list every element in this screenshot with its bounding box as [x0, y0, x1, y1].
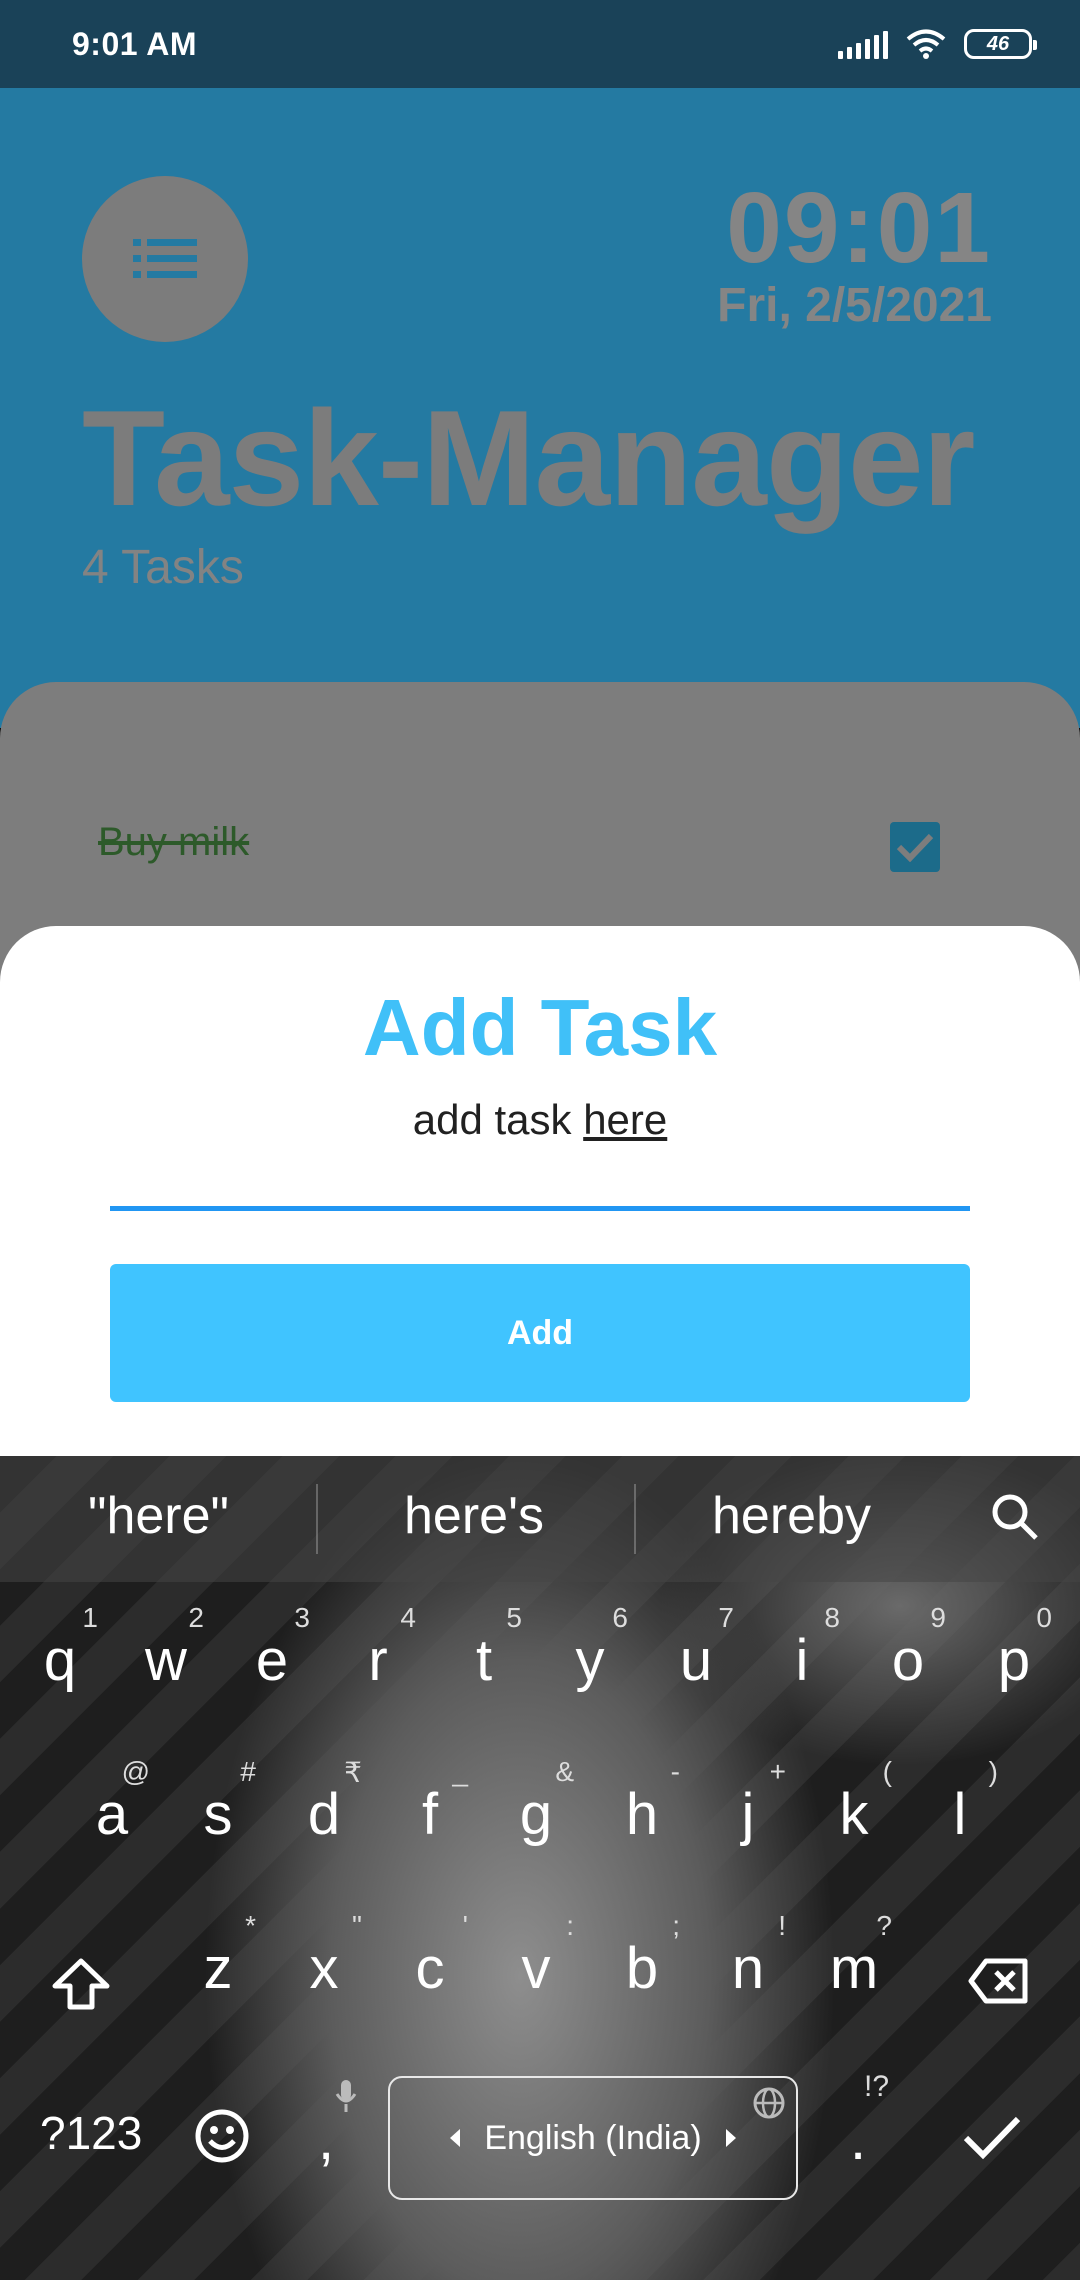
key-v[interactable]: :v	[486, 1910, 586, 2010]
suggestion-strip: "here" here's hereby	[0, 1456, 1080, 1582]
app-title: Task-Manager	[82, 382, 975, 534]
key-t[interactable]: 5t	[434, 1602, 534, 1702]
dialog-title: Add Task	[362, 983, 718, 1072]
period-hint: !?	[864, 2070, 890, 2103]
add-task-dialog: Add Task add task here Add	[0, 926, 1080, 1456]
period-key[interactable]: .	[850, 2106, 866, 2173]
globe-icon	[753, 2087, 785, 2119]
search-icon[interactable]	[990, 1492, 1040, 1542]
key-label: n	[731, 1936, 765, 2001]
key-f[interactable]: _ f	[380, 1756, 480, 1856]
task-checkbox[interactable]	[890, 822, 940, 872]
clock-time: 09:01	[726, 172, 992, 284]
task-label[interactable]: Buy milk	[98, 820, 249, 865]
key-y[interactable]: 6y	[540, 1602, 640, 1702]
key-x[interactable]: " x	[274, 1910, 374, 2010]
key-k[interactable]: (k	[804, 1756, 904, 1856]
divider	[634, 1484, 636, 1554]
key-label: p	[997, 1628, 1031, 1693]
key-label: x	[309, 1936, 339, 2001]
key-label: f	[421, 1782, 439, 1847]
key-z[interactable]: * z	[168, 1910, 268, 2010]
checkbox-checked-icon	[896, 833, 934, 862]
key-label: g	[519, 1782, 553, 1847]
key-label: d	[307, 1782, 341, 1847]
status-bar: 9:01 AM 46	[0, 0, 1080, 88]
soft-keyboard: "here" here's hereby 1q2w3e4r5t6y7u8i9o0…	[0, 1456, 1080, 2280]
key-label: y	[575, 1628, 605, 1693]
app-header: 09:01 Fri, 2/5/2021 Task-Manager 4 Tasks	[0, 88, 1080, 728]
divider	[316, 1484, 318, 1554]
key-u[interactable]: 7u	[646, 1602, 746, 1702]
key-n[interactable]: ! n	[698, 1910, 798, 2010]
battery-icon: 46	[964, 29, 1037, 59]
input-underline	[110, 1206, 970, 1211]
key-label: h	[625, 1782, 659, 1847]
checkmark-icon[interactable]	[962, 2114, 1022, 2160]
key-h[interactable]: -h	[592, 1756, 692, 1856]
menu-button[interactable]	[82, 176, 248, 342]
key-label: o	[891, 1628, 925, 1693]
key-g[interactable]: & g	[486, 1756, 586, 1856]
key-label: z	[203, 1936, 233, 2001]
list-icon	[133, 239, 197, 278]
key-i[interactable]: 8i	[752, 1602, 852, 1702]
signal-icon	[838, 29, 888, 59]
backspace-icon[interactable]	[968, 1958, 1028, 2004]
key-r[interactable]: 4r	[328, 1602, 428, 1702]
key-m[interactable]: ? m	[804, 1910, 904, 2010]
arrow-left-icon	[450, 2129, 461, 2147]
arrow-right-icon	[725, 2129, 736, 2147]
key-label: c	[415, 1936, 445, 2001]
key-p[interactable]: 0p	[964, 1602, 1064, 1702]
key-a[interactable]: @ a	[62, 1756, 162, 1856]
key-label: q	[43, 1628, 77, 1693]
emoji-icon[interactable]	[194, 2108, 250, 2164]
suggestion-3[interactable]: hereby	[712, 1486, 871, 1546]
wifi-icon	[906, 29, 946, 59]
key-d[interactable]: ₹ d	[274, 1756, 374, 1856]
key-q[interactable]: 1q	[10, 1602, 110, 1702]
key-b[interactable]: ; b	[592, 1910, 692, 2010]
clock-date: Fri, 2/5/2021	[717, 279, 992, 332]
comma-key[interactable]: ,	[318, 2106, 334, 2173]
key-label: e	[255, 1628, 289, 1693]
key-label: b	[625, 1936, 659, 2001]
suggestion-2[interactable]: here's	[404, 1486, 544, 1546]
key-label: s	[203, 1782, 233, 1847]
mic-icon	[335, 2080, 357, 2112]
key-label: r	[368, 1628, 388, 1693]
symbols-key[interactable]: ?123	[40, 2106, 142, 2160]
status-time: 9:01 AM	[72, 26, 198, 62]
key-label: a	[95, 1782, 129, 1847]
shift-icon[interactable]	[52, 1958, 110, 2010]
key-label: w	[145, 1628, 187, 1693]
key-label: l	[953, 1782, 967, 1847]
battery-level: 46	[986, 32, 1010, 55]
key-label: u	[679, 1628, 713, 1693]
key-c[interactable]: ' c	[380, 1910, 480, 2010]
task-input[interactable]: add task here	[110, 1096, 970, 1143]
space-bar[interactable]: English (India)	[388, 2076, 798, 2200]
key-j[interactable]: + j	[698, 1756, 798, 1856]
key-s[interactable]: # s	[168, 1756, 268, 1856]
key-label: k	[839, 1782, 869, 1847]
clock: 09:01 Fri, 2/5/2021	[717, 178, 992, 334]
task-input-composing-word: here	[583, 1096, 668, 1143]
key-l[interactable]: ) l	[910, 1756, 1010, 1856]
task-count: 4 Tasks	[82, 541, 244, 594]
space-label: English (India)	[484, 2118, 702, 2157]
key-o[interactable]: 9o	[858, 1602, 958, 1702]
key-label: j	[741, 1782, 755, 1847]
add-button[interactable]: Add	[110, 1264, 970, 1402]
key-label: i	[795, 1628, 809, 1693]
key-e[interactable]: 3e	[222, 1602, 322, 1702]
key-label: m	[829, 1936, 879, 2001]
key-label: t	[475, 1628, 493, 1693]
task-input-text: add task	[412, 1096, 584, 1143]
key-w[interactable]: 2w	[116, 1602, 216, 1702]
status-icons: 46	[838, 28, 1037, 60]
suggestion-1[interactable]: "here"	[88, 1486, 229, 1546]
key-label: v	[521, 1936, 551, 2001]
